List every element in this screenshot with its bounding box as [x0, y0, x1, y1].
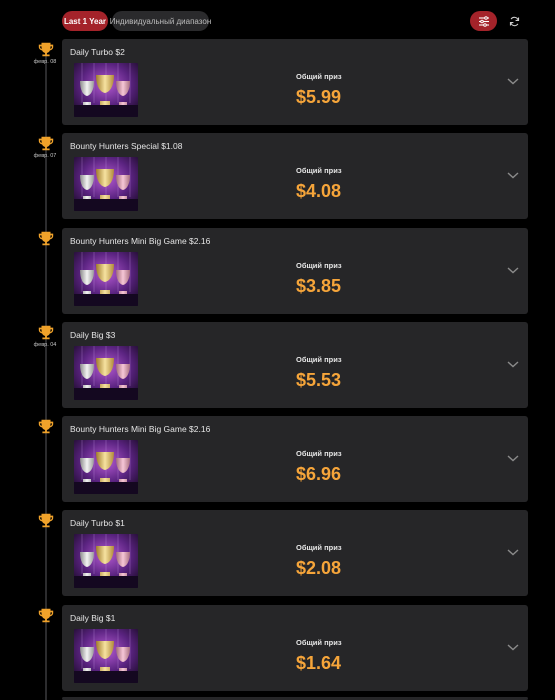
prize-amount: $5.99 [296, 87, 342, 107]
entry-date: февр. 07 [33, 153, 57, 159]
chevron-down-icon[interactable] [506, 76, 520, 86]
chevron-down-icon[interactable] [506, 453, 520, 463]
tournament-entry: февр. 08 Daily Turbo $2 Общий приз $5.99 [0, 39, 555, 127]
entry-date: февр. 08 [33, 59, 57, 65]
refresh-icon [509, 16, 519, 26]
trophy-icon [37, 230, 55, 248]
tournament-title: Bounty Hunters Mini Big Game $2.16 [70, 236, 211, 246]
tournament-card[interactable]: Daily Big $1 Общий приз $1.64 [62, 605, 528, 691]
prize-label: Общий приз [296, 355, 342, 364]
chevron-down-icon[interactable] [506, 170, 520, 180]
chevron-down-icon[interactable] [506, 265, 520, 275]
tournament-entry: Bounty Hunters Mini Big Game $2.16 Общий… [0, 416, 555, 504]
tournament-entry: Daily Big $1 Общий приз $1.64 [0, 605, 555, 693]
prize-amount: $3.85 [296, 276, 342, 296]
tournament-thumbnail [74, 629, 138, 683]
trophy-icon [37, 512, 55, 530]
refresh-button[interactable] [505, 12, 523, 30]
prize-amount: $6.96 [296, 464, 342, 484]
prize-amount: $1.64 [296, 653, 342, 673]
tournament-thumbnail [74, 63, 138, 117]
trophy-icon [37, 607, 55, 625]
tournament-card[interactable]: Bounty Hunters Mini Big Game $2.16 Общий… [62, 228, 528, 314]
prize-label: Общий приз [296, 72, 342, 81]
entry-date: февр. 04 [33, 342, 57, 348]
prize-label: Общий приз [296, 261, 342, 270]
trophy-icon [37, 135, 55, 153]
chevron-down-icon[interactable] [506, 547, 520, 557]
tournament-title: Daily Turbo $1 [70, 518, 125, 528]
chevron-down-icon[interactable] [506, 642, 520, 652]
tournament-card[interactable]: Bounty Hunters Special $1.08 Общий приз … [62, 133, 528, 219]
prize-label: Общий приз [296, 166, 342, 175]
filter-bar: Last 1 Year Индивидуальный диапазон [0, 0, 555, 40]
prize-amount: $4.08 [296, 181, 342, 201]
sliders-icon [478, 15, 489, 27]
trophy-icon [37, 41, 55, 59]
tournament-thumbnail [74, 440, 138, 494]
filter-settings-button[interactable] [470, 11, 497, 31]
tournament-thumbnail [74, 252, 138, 306]
prize-label: Общий приз [296, 543, 342, 552]
tournament-thumbnail [74, 157, 138, 211]
tournament-title: Daily Big $1 [70, 613, 116, 623]
prize-label: Общий приз [296, 638, 342, 647]
tournament-title: Daily Big $3 [70, 330, 116, 340]
prize-amount: $5.53 [296, 370, 342, 390]
trophy-icon [37, 324, 55, 342]
trophy-icon [37, 418, 55, 436]
tournament-thumbnail [74, 534, 138, 588]
chevron-down-icon[interactable] [506, 359, 520, 369]
tournament-title: Bounty Hunters Mini Big Game $2.16 [70, 424, 211, 434]
tournament-card[interactable]: Bounty Hunters Mini Big Game $2.16 Общий… [62, 416, 528, 502]
tournament-card[interactable]: Daily Turbo $2 Общий приз $5.99 [62, 39, 528, 125]
tournament-entry: февр. 04 Daily Big $3 Общий приз $5.53 [0, 322, 555, 410]
tournament-title: Bounty Hunters Special $1.08 [70, 141, 183, 151]
tournament-entry: Bounty Hunters Mini Big Game $2.16 Общий… [0, 228, 555, 316]
period-last-year-chip[interactable]: Last 1 Year [62, 11, 108, 31]
prize-amount: $2.08 [296, 558, 342, 578]
tournament-card[interactable]: Daily Big $3 Общий приз $5.53 [62, 322, 528, 408]
tournament-entry: февр. 07 Bounty Hunters Special $1.08 Об… [0, 133, 555, 221]
tournament-thumbnail [74, 346, 138, 400]
period-custom-range-chip[interactable]: Индивидуальный диапазон [110, 11, 211, 31]
tournament-card[interactable]: Daily Turbo $1 Общий приз $2.08 [62, 510, 528, 596]
prize-label: Общий приз [296, 449, 342, 458]
tournament-entry: Daily Turbo $1 Общий приз $2.08 [0, 510, 555, 598]
tournament-title: Daily Turbo $2 [70, 47, 125, 57]
